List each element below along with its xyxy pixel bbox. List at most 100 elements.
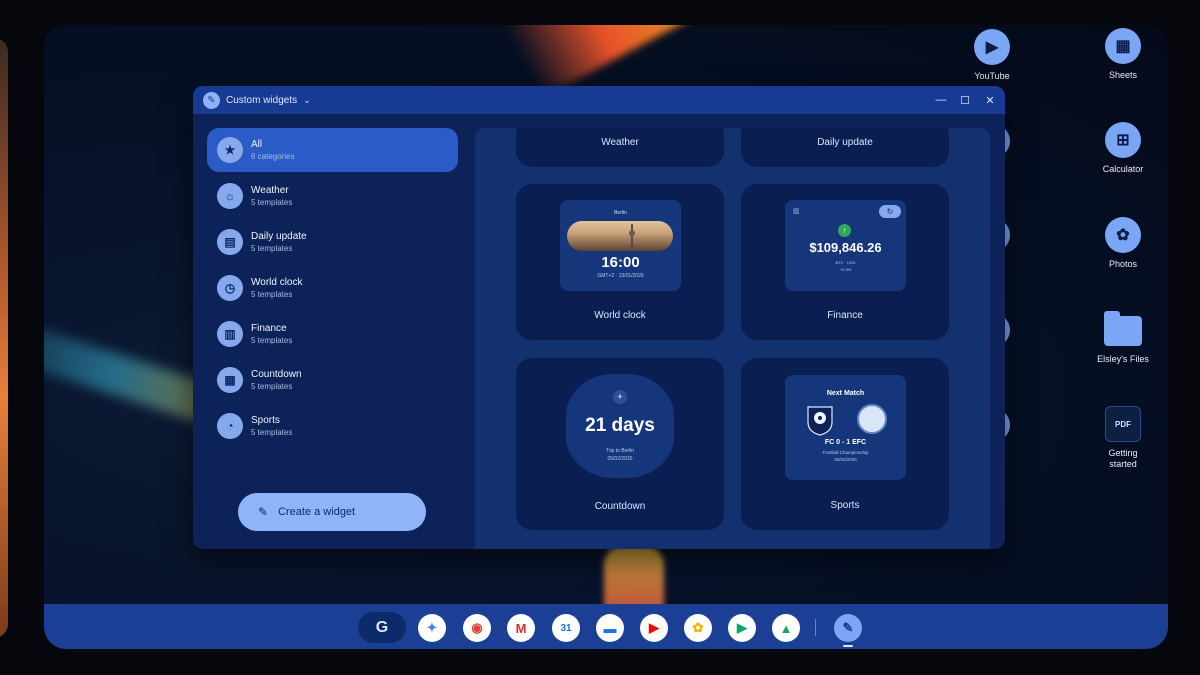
desktop-icon-files[interactable]: Elsley's Files bbox=[1083, 311, 1163, 364]
card-label: Countdown bbox=[594, 501, 646, 512]
world-clock-preview: Berlin 16:00 GMT+2 · 13/01/2026 bbox=[560, 200, 681, 291]
youtube-icon[interactable]: ▶ bbox=[640, 614, 668, 642]
away-team-crest-icon bbox=[857, 404, 887, 434]
category-countdown[interactable]: ▦ Countdown 5 templates bbox=[207, 358, 458, 402]
category-count: 5 templates bbox=[251, 336, 293, 345]
category-all[interactable]: ★ All 6 categories bbox=[207, 128, 458, 172]
card-countdown[interactable]: ✈ 21 days Trip to Berlin 05/02/2026 Coun… bbox=[516, 358, 724, 530]
pdf-icon: PDF bbox=[1105, 406, 1141, 442]
desktop-icon-label: Calculator bbox=[1102, 164, 1144, 174]
category-daily-update[interactable]: ▤ Daily update 5 templates bbox=[207, 220, 458, 264]
card-label: World clock bbox=[594, 310, 646, 321]
desktop-icon-label: Getting started bbox=[1108, 448, 1138, 469]
clock-icon: ◷ bbox=[217, 275, 243, 301]
whistle-icon: ◔ bbox=[217, 413, 243, 439]
home-team-crest-icon bbox=[807, 406, 833, 436]
desktop-icon-getting-started[interactable]: PDF Getting started bbox=[1083, 406, 1163, 470]
close-button[interactable]: ✕ bbox=[982, 92, 998, 108]
desktop-icon-label: Photos bbox=[1108, 259, 1138, 269]
create-widget-label: Create a widget bbox=[278, 506, 356, 518]
active-app-indicator bbox=[843, 645, 853, 647]
sports-date: 30/02/2026 bbox=[834, 457, 857, 462]
category-count: 5 templates bbox=[251, 244, 293, 253]
widgets-app-icon: ✎ bbox=[203, 91, 220, 109]
category-count: 5 templates bbox=[251, 198, 293, 207]
desktop-icon-calculator[interactable]: ⊞ Calculator bbox=[1083, 122, 1163, 174]
desktop-icon-photos[interactable]: ✿ Photos bbox=[1083, 217, 1163, 269]
create-widget-button[interactable]: ✎ Create a widget bbox=[238, 493, 426, 531]
gemini-icon[interactable]: ✦ bbox=[418, 614, 446, 642]
category-world-clock[interactable]: ◷ World clock 5 templates bbox=[207, 266, 458, 310]
card-daily-update[interactable]: Daily update bbox=[741, 128, 949, 167]
finance-preview: ▥ ↻ ↑ $109,846.26 BTC · USD +0.3% bbox=[785, 200, 906, 291]
desktop-icon-label: Sheets bbox=[1108, 70, 1138, 80]
category-name: Sports bbox=[251, 415, 280, 426]
launcher-button[interactable]: G bbox=[358, 612, 406, 643]
category-weather[interactable]: ☼ Weather 5 templates bbox=[207, 174, 458, 218]
calculator-icon: ⊞ bbox=[1105, 122, 1141, 158]
desktop-icon-label: YouTube bbox=[974, 71, 1010, 81]
desktop-icon-sheets[interactable]: ▦ Sheets bbox=[1083, 28, 1163, 80]
desktop-icon-label: Elsley's Files bbox=[1097, 354, 1149, 364]
sports-score: FC 0 - 1 EFC bbox=[824, 439, 867, 446]
calendar-icon[interactable]: 31 bbox=[552, 614, 580, 642]
category-sports[interactable]: ◔ Sports 5 templates bbox=[207, 404, 458, 448]
card-label: Weather bbox=[601, 137, 639, 148]
finance-ticker: BTC · USD bbox=[835, 260, 856, 265]
sheets-icon: ▦ bbox=[1105, 28, 1141, 64]
magic-wand-icon: ✎ bbox=[258, 505, 269, 519]
category-count: 6 categories bbox=[251, 152, 295, 161]
card-sports[interactable]: Next Match FC 0 - 1 EFC Football Champio… bbox=[741, 358, 949, 530]
category-name: All bbox=[251, 139, 263, 150]
clock-time: 16:00 bbox=[601, 254, 640, 271]
files-icon[interactable]: ▬ bbox=[596, 614, 624, 642]
countdown-days: 21 days bbox=[585, 415, 655, 436]
screen: ▶ YouTube ▦ Sheets ⊞ Calculator ✿ Photos… bbox=[0, 0, 1200, 675]
category-count: 5 templates bbox=[251, 382, 293, 391]
category-name: Weather bbox=[251, 185, 289, 196]
card-weather[interactable]: Weather bbox=[516, 128, 724, 167]
countdown-date: 05/02/2026 bbox=[607, 456, 633, 462]
maximize-button[interactable]: ☐ bbox=[957, 92, 973, 108]
card-label: Sports bbox=[830, 500, 860, 511]
weather-icon: ☼ bbox=[217, 183, 243, 209]
clock-date: GMT+2 · 13/01/2026 bbox=[597, 273, 644, 279]
category-count: 5 templates bbox=[251, 290, 293, 299]
category-count: 5 templates bbox=[251, 428, 293, 437]
chart-icon: ▥ bbox=[793, 208, 800, 215]
play-store-icon[interactable]: ▶ bbox=[728, 614, 756, 642]
calendar-icon: ▦ bbox=[217, 367, 243, 393]
sports-league: Football Championship bbox=[822, 450, 869, 455]
photos-icon[interactable]: ✿ bbox=[684, 614, 712, 642]
widget-gallery: Weather Daily update Berlin 16:00 GMT+2 … bbox=[475, 128, 990, 549]
minimize-button[interactable]: — bbox=[933, 92, 949, 108]
arrow-up-icon: ↑ bbox=[838, 224, 851, 237]
gmail-icon[interactable]: M bbox=[507, 614, 535, 642]
sports-preview: Next Match FC 0 - 1 EFC Football Champio… bbox=[785, 375, 906, 480]
window-titlebar[interactable]: ✎ Custom widgets ⌄ — ☐ ✕ bbox=[193, 86, 1005, 114]
news-icon: ▤ bbox=[217, 229, 243, 255]
finance-change: +0.3% bbox=[839, 267, 852, 272]
category-sidebar: ★ All 6 categories ☼ Weather 5 templates ▤… bbox=[193, 114, 475, 549]
desktop-icon-youtube[interactable]: ▶ YouTube bbox=[952, 29, 1032, 81]
chevron-down-icon[interactable]: ⌄ bbox=[303, 95, 311, 106]
custom-widgets-app-icon[interactable]: ✎ bbox=[834, 614, 862, 642]
plane-icon: ✈ bbox=[613, 390, 627, 404]
drive-icon[interactable]: ▲ bbox=[772, 614, 800, 642]
card-finance[interactable]: ▥ ↻ ↑ $109,846.26 BTC · USD +0.3% Financ… bbox=[741, 184, 949, 340]
clock-city: Berlin bbox=[614, 210, 627, 216]
folder-icon bbox=[1104, 311, 1142, 346]
sports-title: Next Match bbox=[826, 390, 865, 397]
chrome-icon[interactable]: ◉ bbox=[463, 614, 491, 642]
category-name: Daily update bbox=[251, 231, 307, 242]
category-finance[interactable]: ▥ Finance 5 templates bbox=[207, 312, 458, 356]
card-label: Daily update bbox=[817, 137, 873, 148]
shelf-divider bbox=[815, 619, 816, 636]
custom-widgets-window: ✎ Custom widgets ⌄ — ☐ ✕ ★ All 6 categori… bbox=[193, 86, 1005, 549]
youtube-icon: ▶ bbox=[974, 29, 1010, 65]
category-name: Finance bbox=[251, 323, 287, 334]
finance-value: $109,846.26 bbox=[809, 240, 882, 255]
card-world-clock[interactable]: Berlin 16:00 GMT+2 · 13/01/2026 World cl… bbox=[516, 184, 724, 340]
category-name: Countdown bbox=[251, 369, 302, 380]
city-photo bbox=[567, 221, 673, 251]
